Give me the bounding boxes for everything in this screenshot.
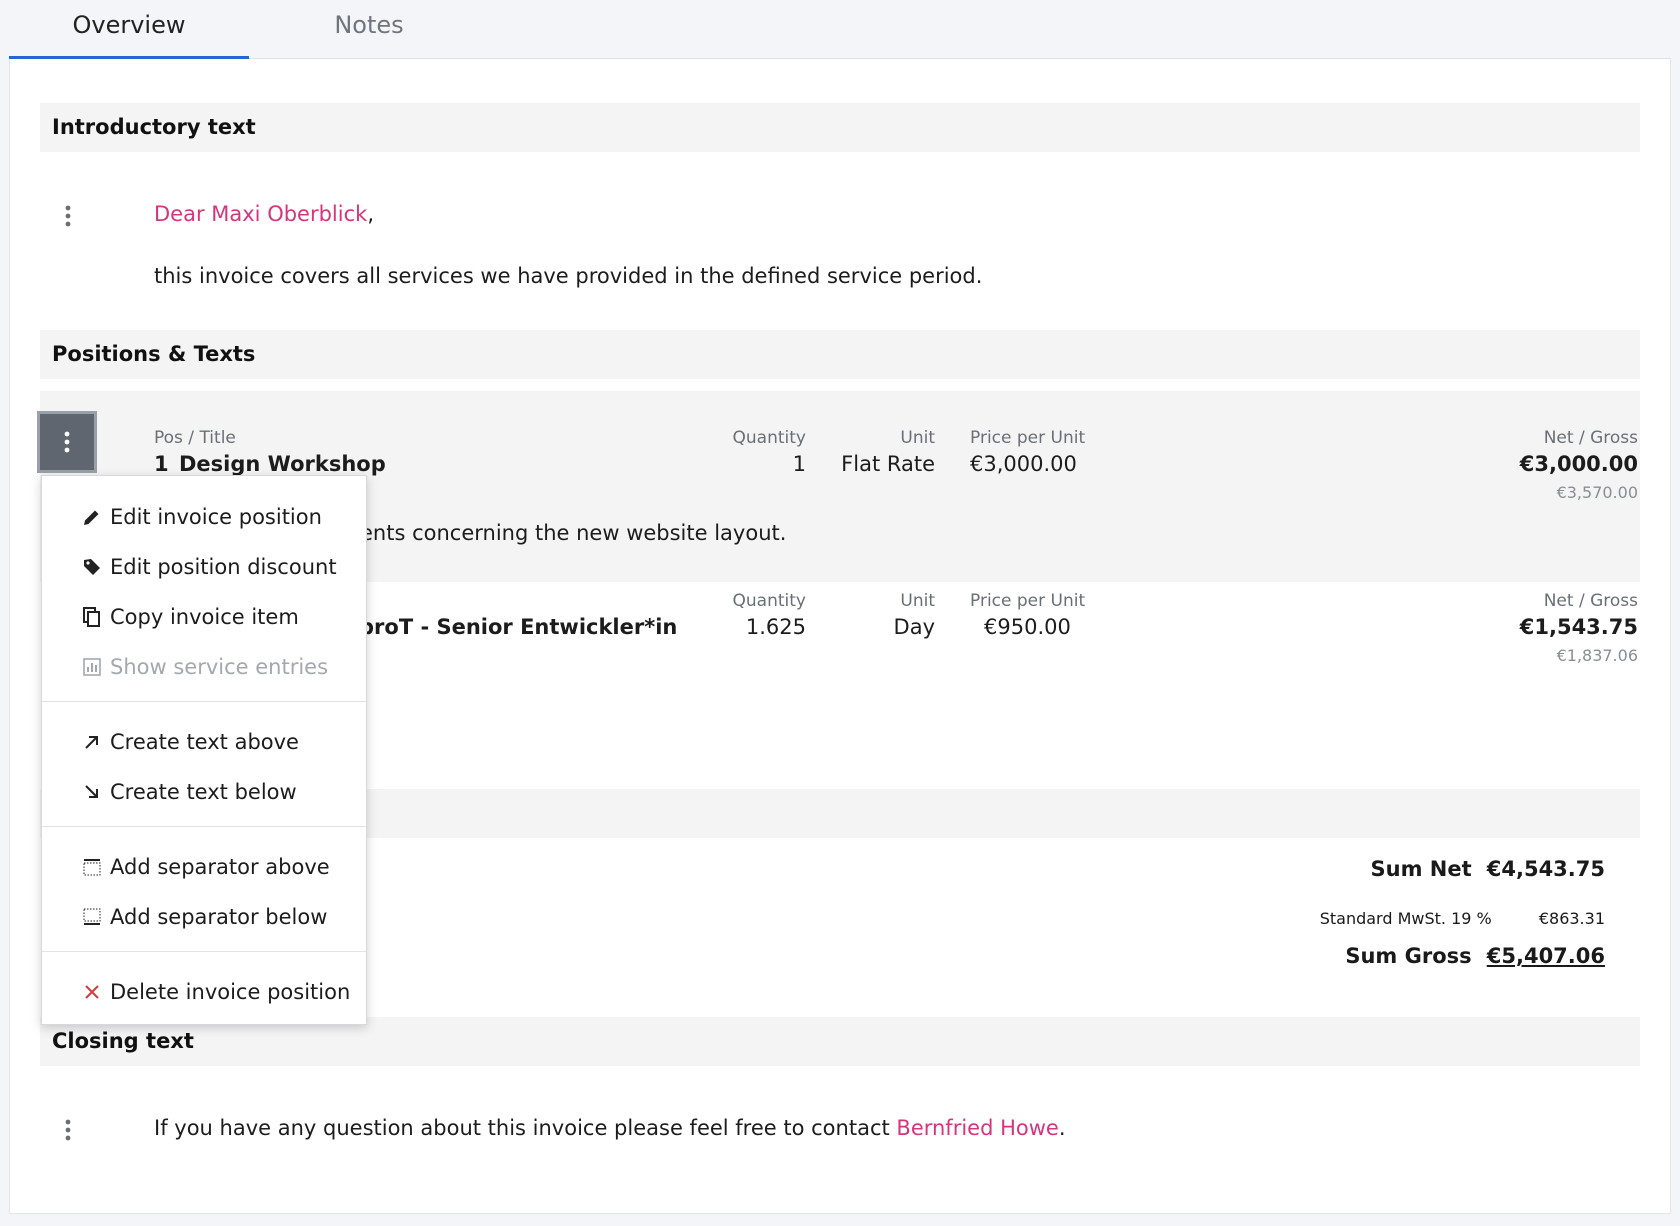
position-quantity: 1 (792, 452, 806, 476)
menu-copy-invoice-item[interactable]: Copy invoice item (42, 595, 366, 639)
col-head-price: Price per Unit (970, 591, 1086, 611)
position-title: proT - Senior Entwickler*in (359, 615, 678, 639)
col-head-net-gross: Net / Gross (1543, 428, 1638, 448)
menu-item-label: Edit position discount (110, 555, 337, 579)
sum-gross-value[interactable]: €5,407.06 (1487, 944, 1605, 968)
positions-section-title: Positions & Texts (40, 330, 1640, 379)
menu-item-label: Add separator above (110, 855, 330, 879)
menu-add-separator-below[interactable]: Add separator below (42, 895, 366, 939)
col-head-unit: Unit (900, 591, 935, 611)
tax-label: Standard MwSt. 19 % (1319, 909, 1492, 928)
col-head-quantity: Quantity (732, 591, 806, 611)
menu-show-service-entries[interactable]: Show service entries (42, 645, 366, 689)
menu-item-label: Edit invoice position (110, 505, 322, 529)
col-head-net-gross: Net / Gross (1543, 591, 1638, 611)
tag-icon (80, 555, 104, 579)
menu-edit-invoice-position[interactable]: Edit invoice position (42, 495, 366, 539)
recipient-link[interactable]: Dear Maxi Oberblick (154, 202, 367, 226)
tax-value: €863.31 (1538, 909, 1605, 928)
menu-item-label: Show service entries (110, 655, 329, 679)
sum-net-value: €4,543.75 (1486, 857, 1605, 881)
menu-item-label: Create text above (110, 730, 299, 754)
position-title: Design Workshop (179, 452, 386, 476)
menu-item-label: Add separator below (110, 905, 328, 929)
position-gross: €1,837.06 (1556, 646, 1638, 665)
menu-item-label: Delete invoice position (110, 980, 351, 1004)
position-gross: €3,570.00 (1556, 483, 1638, 502)
menu-divider (42, 701, 366, 702)
close-icon (80, 980, 104, 1004)
pencil-icon (80, 505, 104, 529)
menu-add-separator-above[interactable]: Add separator above (42, 845, 366, 889)
tab-bar: Overview Notes (9, 0, 1671, 59)
kebab-icon (64, 431, 70, 453)
intro-menu-button[interactable] (38, 185, 98, 247)
position-quantity: 1.625 (745, 615, 806, 639)
position-net: €3,000.00 (1519, 452, 1638, 476)
closing-text-after: . (1058, 1116, 1066, 1140)
copy-icon (80, 605, 104, 629)
menu-edit-position-discount[interactable]: Edit position discount (42, 545, 366, 589)
menu-divider (42, 826, 366, 827)
contact-link[interactable]: Bernfried Howe (896, 1116, 1058, 1140)
intro-section-title: Introductory text (40, 103, 1640, 152)
col-head-quantity: Quantity (732, 428, 806, 448)
closing-menu-button[interactable] (38, 1099, 98, 1161)
position-price: €3,000.00 (970, 452, 1077, 476)
sum-net-row: Sum Net €4,543.75 (1010, 857, 1605, 881)
menu-divider (42, 951, 366, 952)
col-head-price: Price per Unit (970, 428, 1086, 448)
intro-body-text: this invoice covers all services we have… (154, 264, 983, 288)
sum-gross-label: Sum Gross (1345, 944, 1472, 968)
position-menu-button[interactable] (37, 411, 97, 473)
arrow-down-right-icon (80, 780, 104, 804)
menu-item-label: Create text below (110, 780, 297, 804)
position-context-menu: Edit invoice position Edit position disc… (41, 475, 367, 1025)
separator-above-icon (80, 855, 104, 879)
kebab-icon (65, 1119, 71, 1141)
arrow-up-right-icon (80, 730, 104, 754)
menu-create-text-below[interactable]: Create text below (42, 770, 366, 814)
tab-overview[interactable]: Overview (9, 0, 249, 59)
chart-icon (80, 655, 104, 679)
col-head-pos-title: Pos / Title (154, 428, 236, 448)
position-price: €950.00 (984, 615, 1071, 639)
menu-create-text-above[interactable]: Create text above (42, 720, 366, 764)
tab-notes[interactable]: Notes (249, 0, 489, 59)
separator-below-icon (80, 905, 104, 929)
position-description: ents concerning the new website layout. (360, 521, 787, 545)
position-unit: Flat Rate (841, 452, 935, 476)
closing-text: If you have any question about this invo… (154, 1116, 1066, 1140)
greeting-comma: , (367, 202, 374, 226)
menu-item-label: Copy invoice item (110, 605, 299, 629)
intro-greeting: Dear Maxi Oberblick, (154, 202, 374, 226)
sum-gross-row: Sum Gross €5,407.06 (1010, 944, 1605, 968)
menu-delete-invoice-position[interactable]: Delete invoice position (42, 970, 366, 1014)
kebab-icon (65, 205, 71, 227)
col-head-unit: Unit (900, 428, 935, 448)
position-number: 1 (154, 452, 169, 476)
closing-text-before: If you have any question about this invo… (154, 1116, 897, 1140)
position-unit: Day (893, 615, 935, 639)
sum-net-label: Sum Net (1370, 857, 1472, 881)
tax-row: Standard MwSt. 19 % €863.31 (1010, 909, 1605, 928)
position-net: €1,543.75 (1519, 615, 1638, 639)
